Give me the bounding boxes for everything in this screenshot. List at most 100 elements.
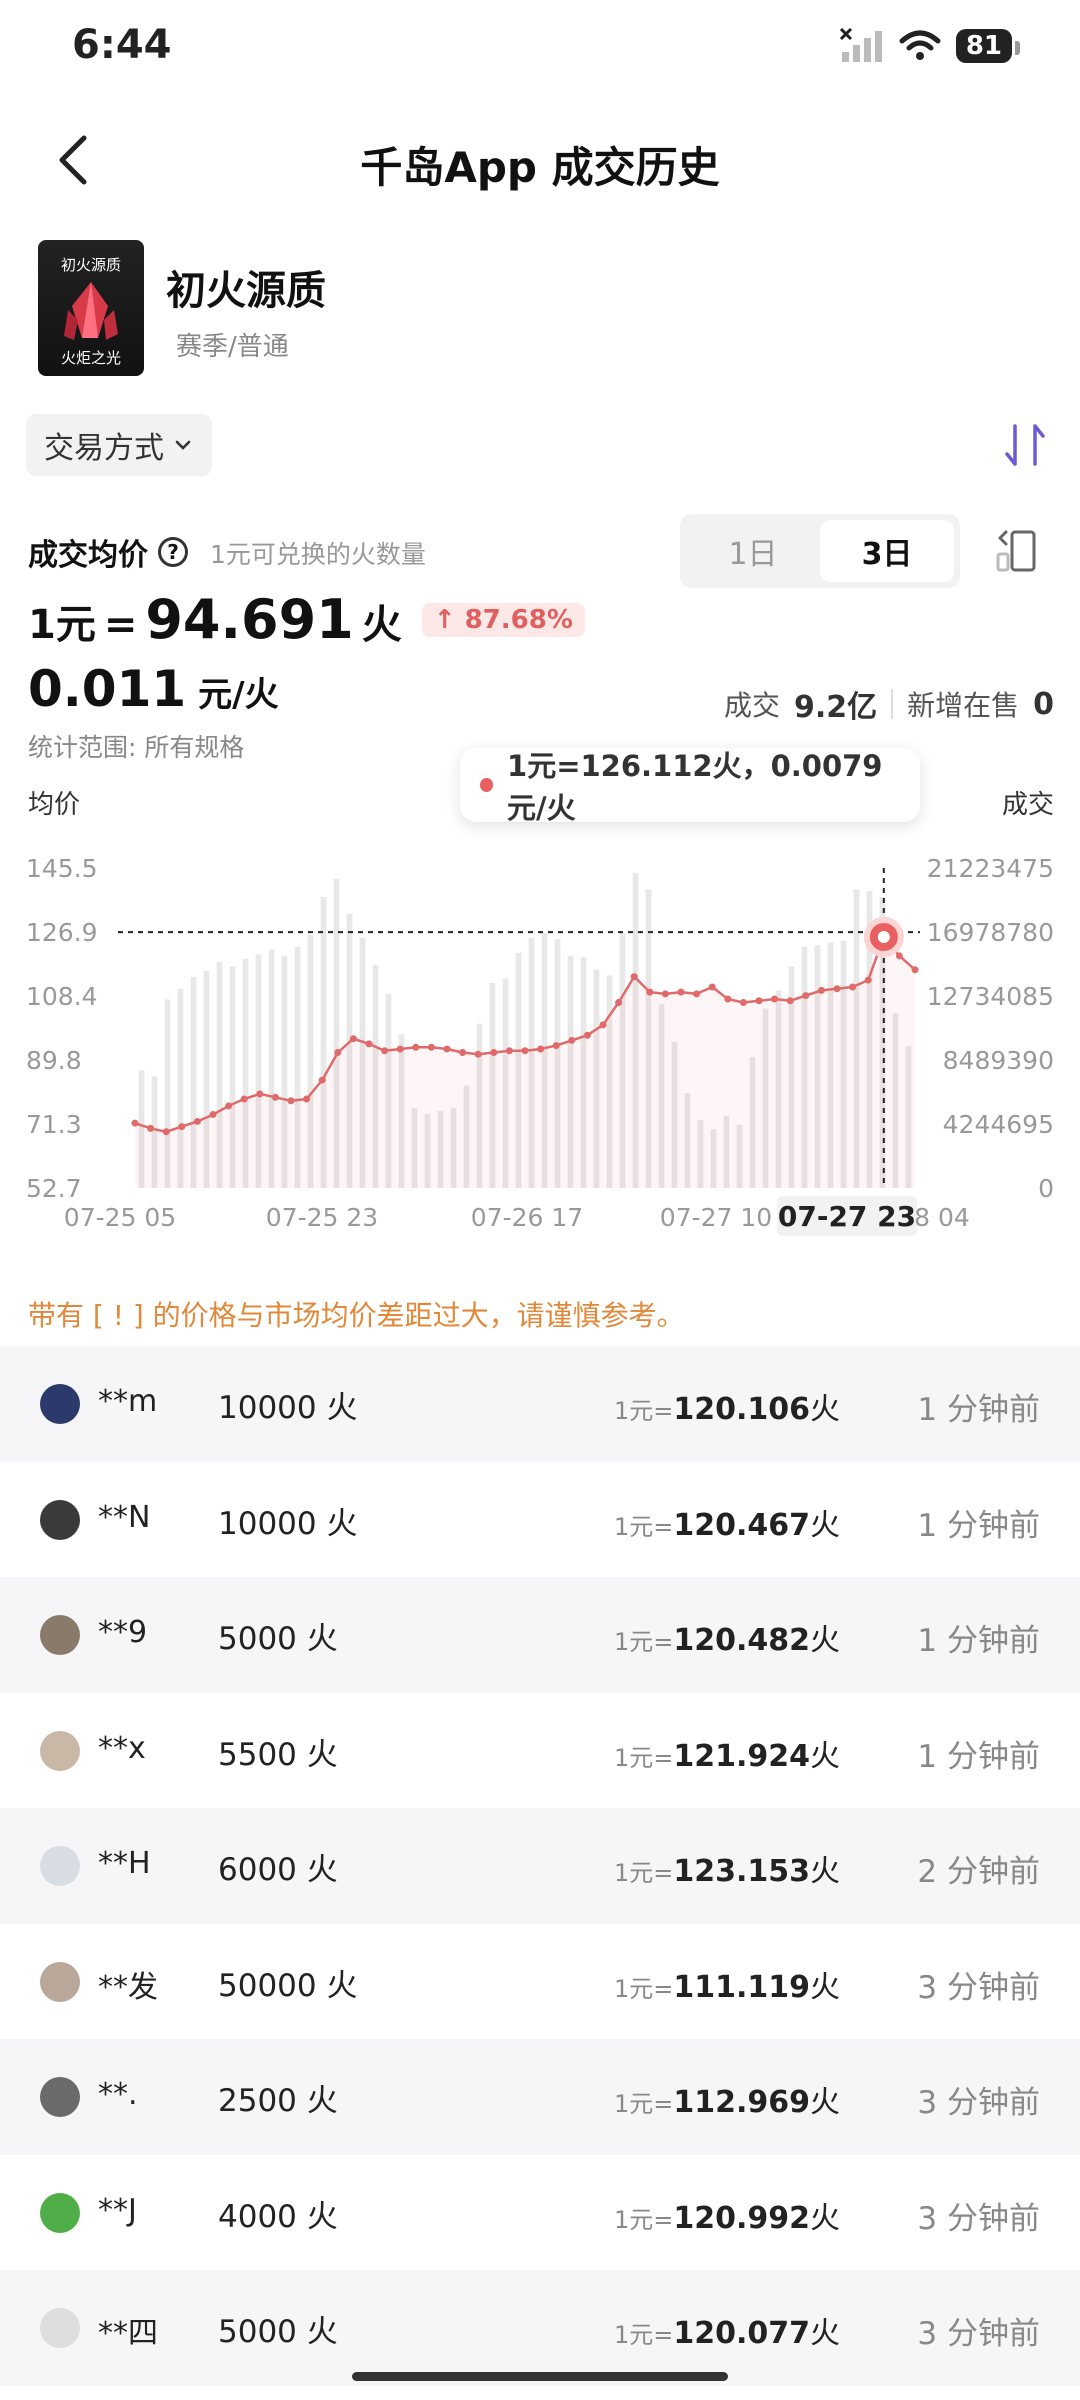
- price-point: [209, 1111, 217, 1119]
- item-thumbnail: 初火源质 火炬之光: [38, 240, 144, 376]
- price-point: [334, 1048, 342, 1056]
- trade-rate-value: 120.467: [673, 1507, 810, 1543]
- tab-1-day[interactable]: 1日: [686, 520, 820, 582]
- chart-switch-icon[interactable]: [992, 526, 1042, 576]
- price-point: [427, 1043, 435, 1051]
- avg-price-line: 1元 = 94.691 火 ↑ 87.68%: [28, 588, 585, 651]
- trade-rate-prefix: 1元=: [613, 2090, 674, 2118]
- item-header: 初火源质 火炬之光 初火源质 赛季/普通: [38, 240, 1038, 380]
- trade-rate-prefix: 1元=: [613, 1743, 674, 1772]
- trade-row[interactable]: **9 5000 火 1元=120.482火 1 分钟前: [0, 1577, 1080, 1693]
- trade-row[interactable]: **. 2500 火 1元=112.969火 3 分钟前: [0, 2039, 1080, 2155]
- trade-row[interactable]: **四 5000 火 1元=120.077火 3 分钟前: [0, 2270, 1080, 2386]
- home-indicator[interactable]: [352, 2372, 728, 2381]
- status-bar: 6:44 81: [0, 0, 1080, 100]
- trade-quantity: 5500 火: [218, 1736, 338, 1773]
- y-right-tick-label: 0: [1038, 1174, 1054, 1203]
- trade-rate: 1元=123.153火: [614, 1846, 840, 1890]
- y-right-tick-label: 21223475: [927, 854, 1054, 883]
- trade-row[interactable]: **x 5500 火 1元=121.924火 1 分钟前: [0, 1693, 1080, 1809]
- price-point: [646, 988, 654, 996]
- trade-method-dropdown[interactable]: 交易方式: [26, 414, 212, 476]
- price-unit-prefix: 1元: [28, 602, 96, 648]
- trade-user: **m: [98, 1384, 158, 1419]
- sort-icon[interactable]: [1000, 420, 1050, 470]
- trade-rate: 1元=121.924火: [614, 1731, 840, 1775]
- trade-row[interactable]: **J 4000 火 1元=120.992火 3 分钟前: [0, 2155, 1080, 2271]
- price-warning: 带有 [ ! ] 的价格与市场均价差距过大，请谨慎参考。: [28, 1299, 685, 1332]
- trade-rate-unit: 火: [810, 1969, 840, 2005]
- x-tick-label: 8 04: [914, 1203, 970, 1232]
- deal-stats: 成交 9.2亿 新增在售 0: [724, 682, 1054, 726]
- price-point: [287, 1097, 295, 1105]
- item-category: 赛季/普通: [176, 332, 289, 362]
- avatar: [40, 1384, 80, 1424]
- price-point: [661, 990, 669, 998]
- tooltip-dot: [480, 778, 494, 792]
- price-point: [739, 998, 747, 1006]
- price-point: [895, 952, 903, 960]
- chevron-down-icon: [175, 440, 191, 450]
- trade-user: **N: [98, 1499, 151, 1535]
- tab-3-day[interactable]: 3日: [820, 520, 954, 582]
- trade-rate: 1元=111.119火: [614, 1962, 840, 2006]
- trade-rate-value: 123.153: [673, 1854, 810, 1889]
- price-point: [490, 1048, 498, 1056]
- trade-time: 1 分钟前: [917, 1507, 1040, 1544]
- price-point: [459, 1048, 467, 1056]
- price-point: [786, 997, 794, 1005]
- per-unit-price-unit: 元/火: [198, 675, 279, 715]
- price-equals: =: [103, 602, 138, 648]
- price-point: [271, 1093, 279, 1101]
- price-point: [365, 1040, 373, 1048]
- trade-quantity: 2500 火: [218, 2083, 338, 2119]
- price-point: [693, 990, 701, 998]
- trade-row[interactable]: **H 6000 火 1元=123.153火 2 分钟前: [0, 1808, 1080, 1924]
- trade-rate-prefix: 1元=: [613, 1974, 674, 2003]
- price-point: [630, 973, 638, 981]
- nav-bar: 千岛App 成交历史: [0, 110, 1080, 210]
- trade-quantity: 5000 火: [218, 1621, 338, 1657]
- x-tick-label: 07-26 17: [471, 1203, 583, 1232]
- avatar: [40, 2077, 80, 2117]
- trade-time: 1 分钟前: [917, 1623, 1040, 1659]
- price-point: [349, 1035, 357, 1043]
- price-point: [256, 1090, 264, 1098]
- new-listing-label: 新增在售: [907, 689, 1020, 722]
- battery-indicator: 81: [955, 29, 1021, 63]
- deal-volume-value: 9.2亿: [793, 690, 878, 725]
- avg-price-hint: 1元可兑换的火数量: [210, 540, 426, 569]
- trade-quantity: 10000 火: [218, 1390, 358, 1426]
- price-point: [537, 1045, 545, 1053]
- price-point: [583, 1031, 591, 1039]
- trade-rate: 1元=120.077火: [614, 2308, 840, 2352]
- avg-price-value: 94.691: [145, 588, 354, 651]
- y-left-tick-label: 108.4: [26, 982, 98, 1011]
- trade-rate-prefix: 1元=: [613, 2321, 674, 2349]
- trade-time: 3 分钟前: [917, 1969, 1040, 2006]
- y-left-tick-label: 71.3: [26, 1110, 82, 1139]
- trade-rate: 1元=112.969火: [614, 2077, 840, 2121]
- y-right-tick-label: 8489390: [943, 1046, 1054, 1075]
- trade-rate-value: 112.969: [673, 2085, 810, 2120]
- signal-icon: [839, 28, 882, 62]
- price-change-badge: ↑ 87.68%: [421, 602, 585, 637]
- price-point: [193, 1117, 201, 1125]
- trade-row[interactable]: **m 10000 火 1元=120.106火 1 分钟前: [0, 1346, 1080, 1462]
- page-title: 千岛App 成交历史: [360, 143, 720, 192]
- help-icon[interactable]: ?: [158, 537, 188, 567]
- trade-quantity: 10000 火: [218, 1505, 358, 1542]
- price-volume-chart[interactable]: 145.5 126.9 108.4 89.8 71.3 52.7 21223475 16978…: [0, 840, 1080, 1240]
- trade-time: 3 分钟前: [917, 2316, 1040, 2352]
- avatar: [40, 1961, 80, 2002]
- avatar: [40, 1499, 80, 1540]
- trade-user: **发: [98, 1969, 158, 2005]
- avatar: [40, 1846, 80, 1886]
- stat-scope: 统计范围: 所有规格: [28, 733, 245, 762]
- trade-rate-value: 120.482: [673, 1623, 810, 1658]
- trade-user: **x: [98, 1730, 146, 1766]
- trade-row[interactable]: **N 10000 火 1元=120.467火 1 分钟前: [0, 1462, 1080, 1578]
- price-unit-suffix: 火: [361, 602, 402, 648]
- trade-row[interactable]: **发 50000 火 1元=111.119火 3 分钟前: [0, 1924, 1080, 2040]
- price-point: [552, 1042, 560, 1050]
